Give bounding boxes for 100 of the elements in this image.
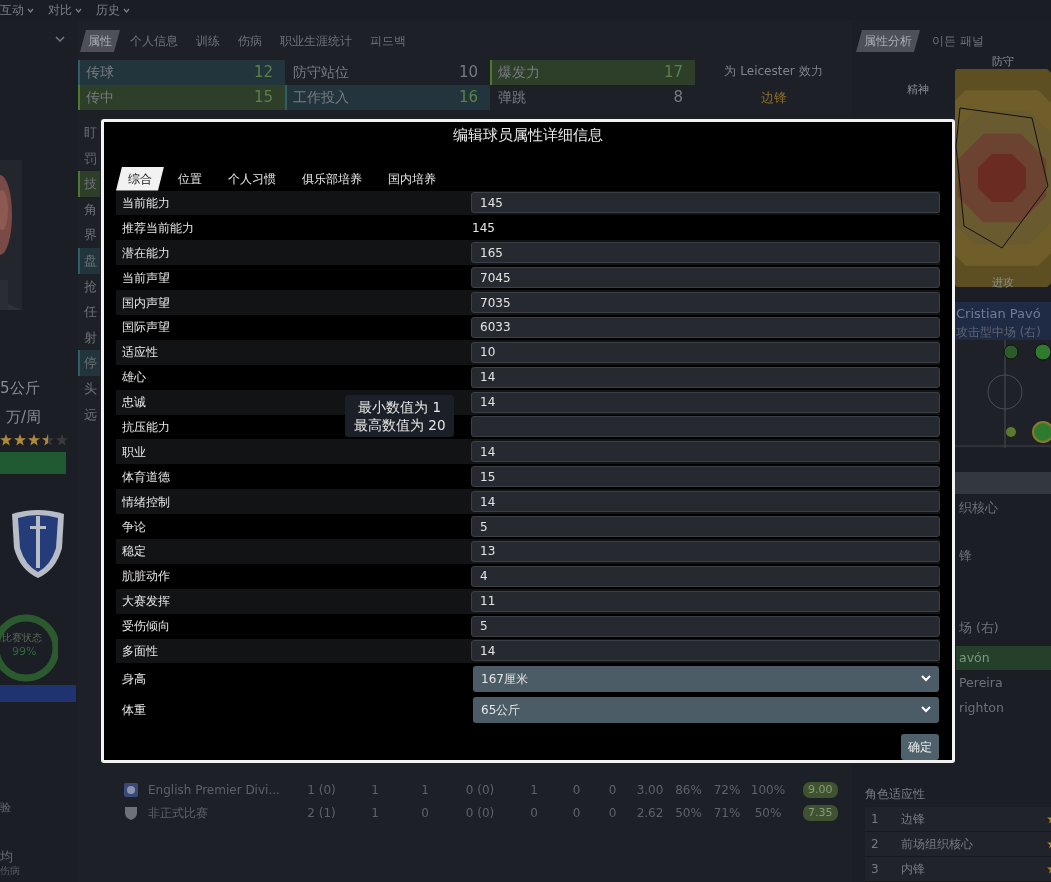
attribute-name: 工作投入 xyxy=(293,88,349,107)
menu-item[interactable]: 对比 xyxy=(48,1,82,19)
dialog-title: 编辑球员属性详细信息 xyxy=(452,125,604,146)
attribute-name: 罚 xyxy=(83,149,98,168)
table-cell-text: 86% xyxy=(674,782,703,799)
role-name: 前场组织核心 xyxy=(901,836,974,853)
field-label: 受伤倾向 xyxy=(121,618,170,636)
table-cell-text: 1 xyxy=(370,782,380,799)
field-label: 稳定 xyxy=(121,543,146,561)
profile-tab[interactable]: 属性 xyxy=(80,30,120,52)
role-name: 边锋 xyxy=(901,811,926,828)
table-cell-text: 0 xyxy=(607,805,618,822)
dialog-tab[interactable]: 国内培养 xyxy=(376,166,448,191)
rank-number: 2 xyxy=(871,836,880,853)
attribute-value: 17 xyxy=(663,62,683,84)
competition-name: English Premier Divi... xyxy=(148,782,281,799)
field-label: 抗压能力 xyxy=(121,418,170,436)
attribute-value: 8 xyxy=(673,87,683,109)
attribute-name: 弹跳 xyxy=(498,88,526,107)
table-cell-text: 2 (1) xyxy=(306,805,337,822)
field-label: 多面性 xyxy=(121,642,158,660)
field-value: 145 xyxy=(471,219,496,237)
dialog-tab[interactable]: 个人习惯 xyxy=(216,166,288,191)
table-cell-text: 0 xyxy=(420,805,430,822)
input-field[interactable]: 14 xyxy=(471,391,940,413)
input-field[interactable]: 14 xyxy=(471,441,940,463)
list-item[interactable]: righton xyxy=(956,696,1051,720)
rank-number: 3 xyxy=(871,861,880,878)
attribute-name: 传球 xyxy=(86,63,114,82)
table-cell-text: 50% xyxy=(674,805,703,822)
league-icon xyxy=(124,783,138,797)
input-field[interactable]: 11 xyxy=(471,590,940,612)
list-item[interactable]: avón xyxy=(956,646,1051,670)
input-field[interactable]: 165 xyxy=(471,242,940,264)
role-row[interactable]: 1 边锋 xyxy=(865,807,1051,832)
menu-item[interactable]: 互动 xyxy=(0,1,34,19)
table-cell-text: 1 (0) xyxy=(306,782,337,799)
axis-label: 精神 xyxy=(907,82,929,98)
input-field[interactable]: 7045 xyxy=(471,267,940,289)
section-title: 角色适应性 xyxy=(865,786,926,803)
attribute-name: 任 xyxy=(83,303,98,322)
star-icon xyxy=(28,434,40,446)
input-field[interactable]: 14 xyxy=(471,366,940,388)
field-label: 身高 xyxy=(121,670,146,688)
attribute-name: 角 xyxy=(83,200,98,219)
attribute-value: 12 xyxy=(253,62,273,84)
list-item[interactable]: 锋 xyxy=(956,544,1051,568)
attribute-name: 技 xyxy=(78,171,100,197)
input-field[interactable]: 7035 xyxy=(471,292,940,313)
list-item[interactable]: 场 (右) xyxy=(956,616,1051,640)
profile-tab[interactable]: 피드백 xyxy=(362,30,414,52)
profile-tab[interactable]: 伤病 xyxy=(230,30,270,52)
ok-button[interactable]: 确定 xyxy=(901,734,939,760)
field-label: 国际声望 xyxy=(121,319,170,337)
dialog-tab[interactable]: 位置 xyxy=(166,166,214,191)
input-field[interactable]: 5 xyxy=(471,615,940,637)
table-cell-text: 0 xyxy=(571,805,582,822)
field-label: 潜在能力 xyxy=(121,244,170,262)
competition-name: 非正式比赛 xyxy=(148,805,209,822)
role-name: 内锋 xyxy=(901,861,926,878)
profile-tab[interactable]: 个人信息 xyxy=(122,30,186,52)
menu-item[interactable]: 历史 xyxy=(96,1,130,19)
form-label: 比赛状态 xyxy=(2,631,42,645)
input-field[interactable]: 6033 xyxy=(471,316,940,338)
input-field[interactable]: 14 xyxy=(471,640,940,662)
dialog-tab[interactable]: 俱乐部培养 xyxy=(290,166,374,191)
table-cell-text: 1 xyxy=(529,782,539,799)
input-field[interactable]: 145 xyxy=(471,192,940,214)
dropdown[interactable]: 167厘米 xyxy=(473,665,939,692)
input-field[interactable]: 14 xyxy=(471,491,940,513)
role-row[interactable]: 3 内锋 xyxy=(865,857,1051,882)
tooltip: 最小数值为 1 最高数值为 20 xyxy=(345,395,455,437)
axis-label: 进攻 xyxy=(992,275,1014,291)
dropdown[interactable]: 65公斤 xyxy=(473,696,939,723)
field-label: 推荐当前能力 xyxy=(121,219,194,237)
input-field[interactable]: 4 xyxy=(471,565,940,587)
chevron-down-icon xyxy=(921,706,931,714)
input-field[interactable]: 5 xyxy=(471,516,940,537)
profile-tab[interactable]: 职业生涯统计 xyxy=(272,30,360,52)
dialog-tab[interactable]: 综合 xyxy=(116,166,164,191)
attribute-name: 爆发力 xyxy=(498,63,540,82)
analysis-tab[interactable]: 属性分析 xyxy=(856,30,920,52)
status-bar xyxy=(0,452,66,474)
analysis-tab[interactable]: 이든 패널 xyxy=(924,30,992,52)
chevron-icon[interactable] xyxy=(55,36,65,42)
input-field[interactable]: 13 xyxy=(471,540,940,562)
attribute-name: 界 xyxy=(83,226,98,245)
profile-tab[interactable]: 训练 xyxy=(188,30,228,52)
input-field[interactable]: 15 xyxy=(471,466,940,488)
input-field[interactable]: 10 xyxy=(471,341,940,363)
list-item[interactable]: Pereira xyxy=(956,671,1051,695)
attribute-name: 盘 xyxy=(78,247,100,274)
table-cell-text: 0 xyxy=(529,805,539,822)
role-row[interactable]: 2 前场组织核心 xyxy=(865,832,1051,857)
footer-text: 均 xyxy=(0,847,13,866)
table-cell-text: 0 xyxy=(571,782,582,799)
input-field[interactable] xyxy=(471,416,940,438)
field-label: 当前声望 xyxy=(121,269,170,287)
list-item[interactable]: 织核心 xyxy=(956,496,1051,520)
axis-label: 防守 xyxy=(992,54,1014,70)
